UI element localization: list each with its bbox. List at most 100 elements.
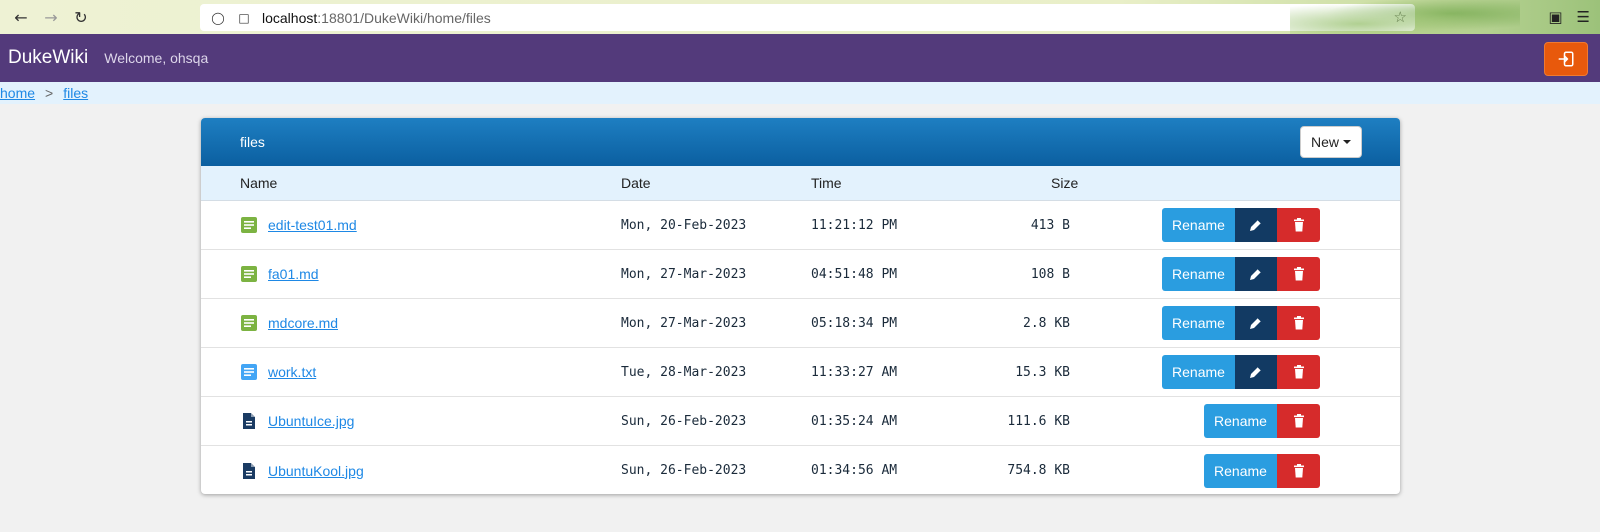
rename-button[interactable]: Rename: [1204, 404, 1277, 438]
table-row: mdcore.md Mon, 27-Mar-2023 05:18:34 PM 2.8 …: [201, 299, 1400, 348]
url-path: :18801/DukeWiki/home/files: [317, 9, 491, 26]
markdown-file-icon: [240, 216, 258, 234]
markdown-file-icon: [240, 265, 258, 283]
table-row: fa01.md Mon, 27-Mar-2023 04:51:48 PM 108 B R…: [201, 250, 1400, 299]
file-date: Sun, 26-Feb-2023: [621, 413, 747, 429]
logout-icon: [1558, 51, 1574, 67]
breadcrumb: home > files: [0, 82, 1600, 104]
app-header: DukeWiki Welcome, ohsqa: [0, 34, 1600, 82]
breadcrumb-home[interactable]: home: [0, 85, 35, 101]
delete-button[interactable]: [1277, 355, 1320, 389]
file-size: 15.3 KB: [1015, 364, 1070, 380]
edit-button[interactable]: [1235, 355, 1277, 389]
breadcrumb-separator: >: [45, 85, 54, 101]
delete-button[interactable]: [1277, 404, 1320, 438]
file-time: 04:51:48 PM: [811, 266, 898, 282]
welcome-text: Welcome, ohsqa: [104, 50, 209, 66]
pencil-icon: [1250, 219, 1262, 231]
logout-button[interactable]: [1544, 42, 1588, 76]
column-size[interactable]: Size: [1051, 175, 1078, 191]
shield-icon: ◯: [211, 10, 225, 25]
document-file-icon: [240, 412, 258, 430]
file-time: 01:34:56 AM: [811, 463, 898, 478]
forward-icon[interactable]: →: [36, 2, 66, 32]
trash-icon: [1293, 365, 1304, 379]
file-name-link[interactable]: edit-test01.md: [268, 217, 357, 233]
file-date: Mon, 20-Feb-2023: [621, 217, 747, 233]
rename-button[interactable]: Rename: [1204, 453, 1277, 488]
caret-down-icon: [1343, 140, 1351, 144]
rename-button[interactable]: Rename: [1162, 257, 1235, 291]
table-row: work.txt Tue, 28-Mar-2023 11:33:27 AM 15.3 …: [201, 348, 1400, 397]
trash-icon: [1293, 267, 1304, 281]
pencil-icon: [1250, 366, 1262, 378]
row-actions: Rename: [1204, 453, 1320, 488]
extensions-icon[interactable]: ▣: [1548, 8, 1562, 26]
card-title: files: [240, 134, 265, 150]
file-date: Tue, 28-Mar-2023: [621, 364, 747, 380]
rename-button[interactable]: Rename: [1162, 306, 1235, 340]
page-info-icon[interactable]: □: [236, 10, 252, 26]
files-card: files New Name Date Time Size edit-test0…: [201, 118, 1400, 494]
column-date[interactable]: Date: [621, 175, 651, 191]
bookmark-star-icon[interactable]: ☆: [1394, 8, 1407, 26]
menu-icon[interactable]: ☰: [1577, 8, 1590, 26]
row-actions: Rename: [1162, 208, 1320, 242]
file-time: 05:18:34 PM: [811, 315, 898, 331]
trash-icon: [1293, 463, 1304, 477]
row-actions: Rename: [1162, 257, 1320, 291]
document-file-icon: [240, 462, 258, 480]
edit-button[interactable]: [1235, 257, 1277, 291]
trash-icon: [1293, 218, 1304, 232]
row-actions: Rename: [1162, 355, 1320, 389]
delete-button[interactable]: [1277, 453, 1320, 488]
file-date: Mon, 27-Mar-2023: [621, 266, 747, 282]
column-name[interactable]: Name: [240, 175, 277, 191]
address-bar[interactable]: ◯ □ localhost:18801/DukeWiki/home/files …: [200, 4, 1415, 31]
delete-button[interactable]: [1277, 208, 1320, 242]
file-name-link[interactable]: work.txt: [268, 364, 316, 380]
brand-title[interactable]: DukeWiki: [8, 47, 88, 69]
table-row: UbuntuIce.jpg Sun, 26-Feb-2023 01:35:24 AM…: [201, 397, 1400, 446]
markdown-file-icon: [240, 314, 258, 332]
delete-button[interactable]: [1277, 306, 1320, 340]
trash-icon: [1293, 414, 1304, 428]
rename-button[interactable]: Rename: [1162, 208, 1235, 242]
file-time: 11:21:12 PM: [811, 217, 898, 233]
edit-button[interactable]: [1235, 306, 1277, 340]
column-time[interactable]: Time: [811, 175, 842, 191]
file-time: 01:35:24 AM: [811, 413, 898, 429]
table-row: UbuntuKool.jpg Sun, 26-Feb-2023 01:34:56 A…: [201, 446, 1400, 494]
file-time: 11:33:27 AM: [811, 364, 898, 380]
file-size: 413 B: [1030, 217, 1070, 233]
file-date: Sun, 26-Feb-2023: [621, 463, 747, 478]
delete-button[interactable]: [1277, 257, 1320, 291]
trash-icon: [1293, 316, 1304, 330]
file-size: 754.8 KB: [1007, 463, 1070, 478]
text-file-icon: [240, 363, 258, 381]
back-icon[interactable]: ←: [6, 2, 36, 32]
row-actions: Rename: [1162, 306, 1320, 340]
file-name-link[interactable]: UbuntuKool.jpg: [268, 463, 364, 479]
file-size: 111.6 KB: [1007, 413, 1070, 429]
browser-toolbar: ← → ↻ ◯ □ localhost:18801/DukeWiki/home/…: [0, 0, 1600, 34]
file-size: 2.8 KB: [1023, 315, 1070, 331]
row-actions: Rename: [1204, 404, 1320, 438]
file-name-link[interactable]: fa01.md: [268, 266, 319, 282]
new-label: New: [1310, 134, 1339, 150]
card-header: files New: [201, 118, 1400, 166]
file-list: edit-test01.md Mon, 20-Feb-2023 11:21:12 P…: [201, 201, 1400, 494]
pencil-icon: [1250, 317, 1262, 329]
file-name-link[interactable]: UbuntuIce.jpg: [268, 413, 354, 429]
breadcrumb-files[interactable]: files: [63, 85, 88, 101]
table-header: Name Date Time Size: [201, 166, 1400, 201]
file-name-link[interactable]: mdcore.md: [268, 315, 338, 331]
table-row: edit-test01.md Mon, 20-Feb-2023 11:21:12 P…: [201, 201, 1400, 250]
file-size: 108 B: [1030, 266, 1070, 282]
url-host: localhost: [262, 9, 318, 26]
reload-icon[interactable]: ↻: [66, 2, 96, 32]
rename-button[interactable]: Rename: [1162, 355, 1235, 389]
new-dropdown-button[interactable]: New: [1300, 126, 1362, 158]
file-date: Mon, 27-Mar-2023: [621, 315, 747, 331]
edit-button[interactable]: [1235, 208, 1277, 242]
